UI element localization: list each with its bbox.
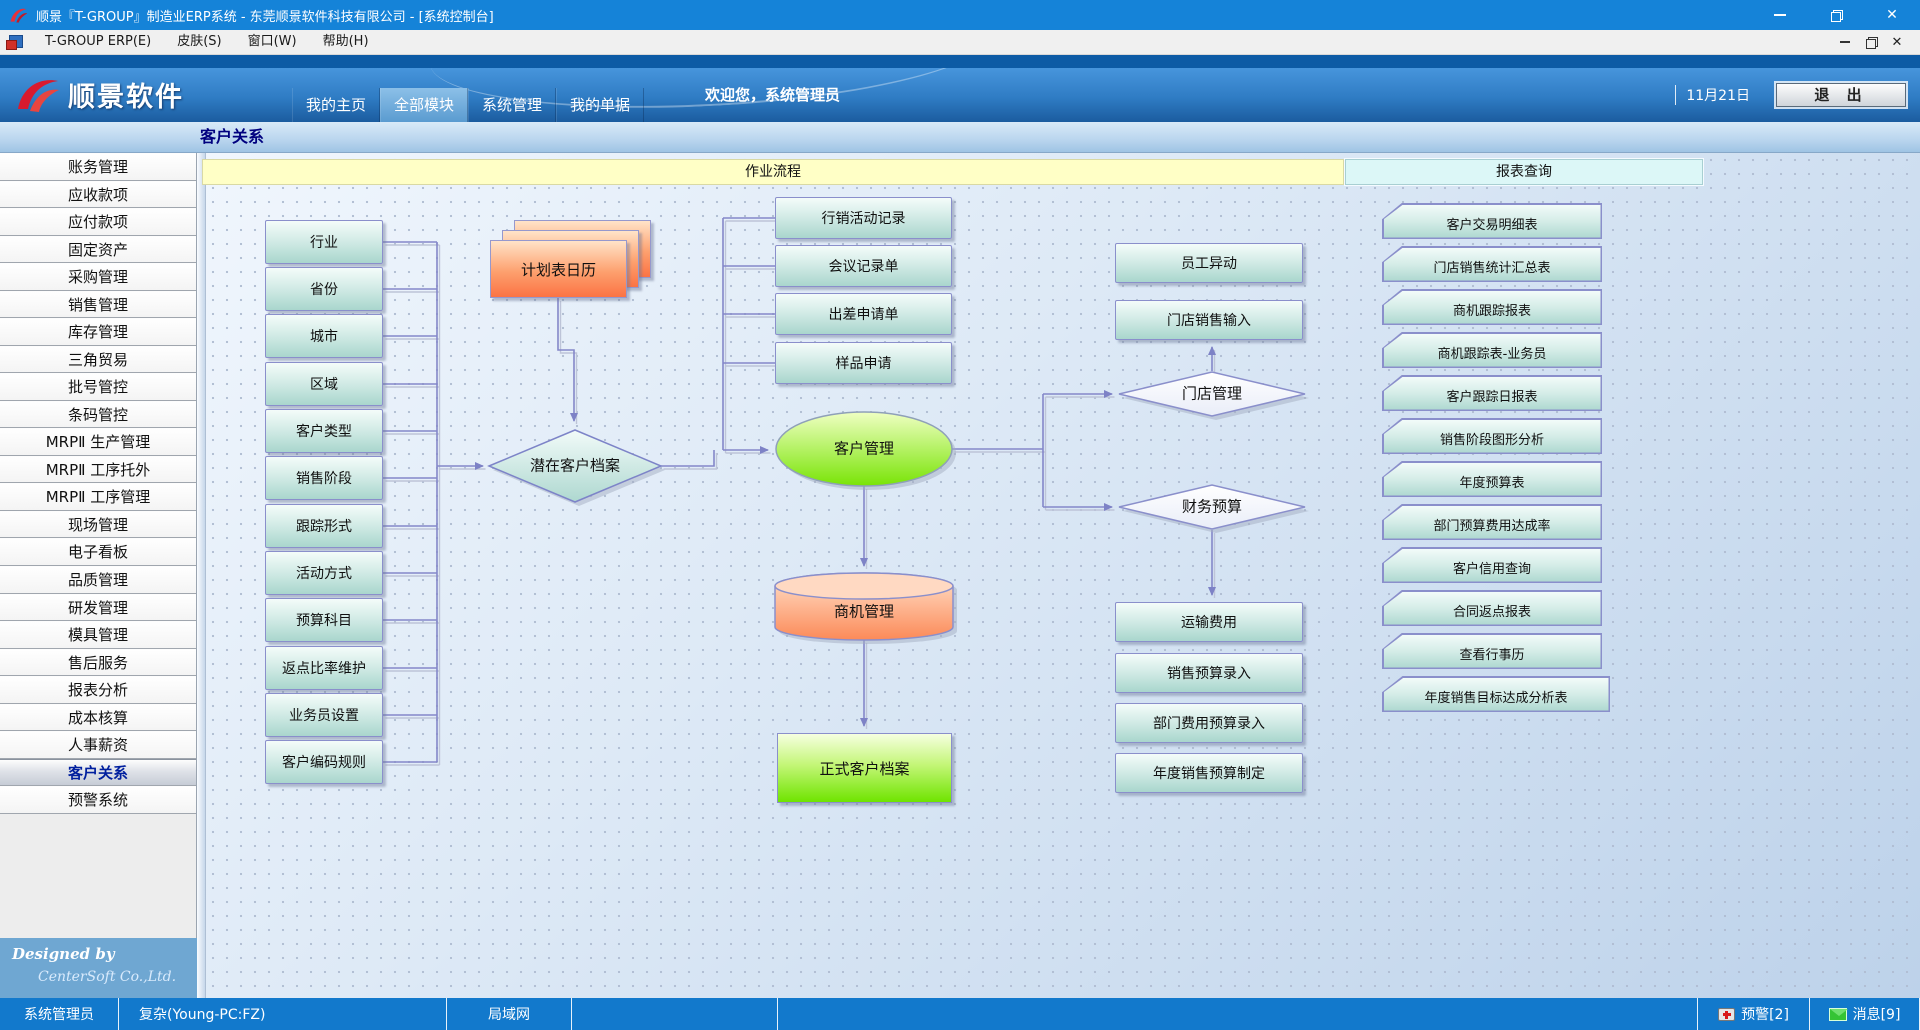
- app-window: 顺景『T-GROUP』制造业ERP系统 - 东莞顺景软件科技有限公司 - [系统…: [0, 0, 1920, 1030]
- node-potential-customer[interactable]: 潜在客户档案: [489, 430, 665, 506]
- status-host: 复杂(Young-PC:FZ): [119, 998, 447, 1030]
- report-contract-rebate[interactable]: 合同返点报表: [1382, 590, 1602, 626]
- flow-layer: 潜在客户档案 客户管理 商机管理 门店管理: [0, 0, 1920, 1030]
- status-empty-1: [572, 998, 778, 1030]
- report-sales-stage-graph[interactable]: 销售阶段图形分析: [1382, 418, 1602, 454]
- flow-node-region[interactable]: 区域: [265, 362, 383, 406]
- node-opportunity-management[interactable]: 商机管理: [775, 573, 957, 644]
- report-customer-credit-query[interactable]: 客户信用查询: [1382, 547, 1602, 583]
- flow-node-customer-type[interactable]: 客户类型: [265, 409, 383, 453]
- report-annual-sales-target-analysis[interactable]: 年度销售目标达成分析表: [1382, 676, 1610, 712]
- status-bar: 系统管理员 复杂(Young-PC:FZ) 局域网 预警[2] 消息[9]: [0, 998, 1920, 1030]
- flow-node-rebate-rate[interactable]: 返点比率维护: [265, 646, 383, 690]
- flow-node-dept-expense-budget[interactable]: 部门费用预算录入: [1115, 703, 1303, 743]
- report-customer-transaction-detail[interactable]: 客户交易明细表: [1382, 203, 1602, 239]
- flow-node-store-sales-input[interactable]: 门店销售输入: [1115, 300, 1303, 340]
- flow-node-sales-stage[interactable]: 销售阶段: [265, 456, 383, 500]
- report-view-calendar[interactable]: 查看行事历: [1382, 633, 1602, 669]
- flow-node-customer-code-rule[interactable]: 客户编码规则: [265, 740, 383, 784]
- message-icon: [1829, 1008, 1847, 1021]
- flow-node-meeting-record[interactable]: 会议记录单: [775, 245, 952, 287]
- svg-text:客户管理: 客户管理: [834, 440, 894, 458]
- section-work-flow: 作业流程: [202, 159, 1344, 185]
- status-user: 系统管理员: [0, 998, 119, 1030]
- flow-node-budget-subject[interactable]: 预算科目: [265, 598, 383, 642]
- flow-node-sales-budget-entry[interactable]: 销售预算录入: [1115, 653, 1303, 693]
- flow-node-annual-sales-budget[interactable]: 年度销售预算制定: [1115, 753, 1303, 793]
- flow-node-activity-mode[interactable]: 活动方式: [265, 551, 383, 595]
- flow-node-formal-customer[interactable]: 正式客户档案: [777, 733, 952, 803]
- node-finance-budget[interactable]: 财务预算: [1119, 485, 1309, 533]
- report-store-sales-summary[interactable]: 门店销售统计汇总表: [1382, 246, 1602, 282]
- flow-node-transport-cost[interactable]: 运输费用: [1115, 602, 1303, 642]
- flow-node-staff-change[interactable]: 员工异动: [1115, 243, 1303, 283]
- report-customer-tracking-daily[interactable]: 客户跟踪日报表: [1382, 375, 1602, 411]
- flow-node-salesman-setup[interactable]: 业务员设置: [265, 693, 383, 737]
- report-opportunity-by-salesman[interactable]: 商机跟踪表-业务员: [1382, 332, 1602, 368]
- svg-text:门店管理: 门店管理: [1182, 385, 1242, 403]
- report-dept-budget-achievement[interactable]: 部门预算费用达成率: [1382, 504, 1602, 540]
- flow-node-marketing-activity[interactable]: 行销活动记录: [775, 197, 952, 239]
- node-customer-management[interactable]: 客户管理: [776, 412, 956, 490]
- svg-text:财务预算: 财务预算: [1182, 498, 1242, 516]
- flow-node-plan-calendar[interactable]: 计划表日历: [490, 240, 627, 298]
- status-network: 局域网: [447, 998, 572, 1030]
- node-store-management[interactable]: 门店管理: [1119, 372, 1309, 420]
- svg-text:商机管理: 商机管理: [834, 603, 894, 621]
- report-opportunity-tracking[interactable]: 商机跟踪报表: [1382, 289, 1602, 325]
- svg-text:潜在客户档案: 潜在客户档案: [530, 457, 620, 475]
- report-annual-budget[interactable]: 年度预算表: [1382, 461, 1602, 497]
- section-report-query[interactable]: 报表查询: [1345, 159, 1703, 185]
- flow-node-province[interactable]: 省份: [265, 267, 383, 311]
- flow-node-city[interactable]: 城市: [265, 314, 383, 358]
- status-messages[interactable]: 消息[9]: [1810, 998, 1920, 1030]
- flow-node-industry[interactable]: 行业: [265, 220, 383, 264]
- flow-node-travel-request[interactable]: 出差申请单: [775, 293, 952, 335]
- status-alerts[interactable]: 预警[2]: [1698, 998, 1810, 1030]
- status-empty-2: [778, 998, 1698, 1030]
- flow-node-tracking-form[interactable]: 跟踪形式: [265, 504, 383, 548]
- flow-node-sample-request[interactable]: 样品申请: [775, 342, 952, 384]
- alert-icon: [1718, 1008, 1735, 1021]
